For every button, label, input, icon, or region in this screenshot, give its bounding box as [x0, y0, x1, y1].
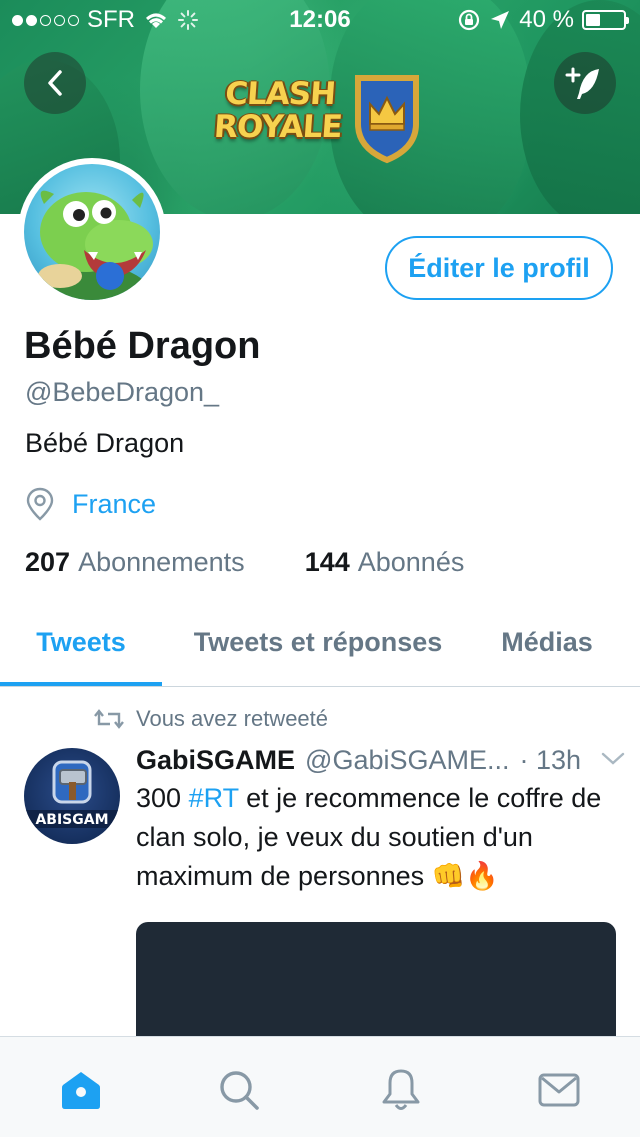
avatar-text: ABISGAM — [35, 812, 108, 828]
logo-line-2: ROYALE — [212, 109, 343, 145]
following-label: Abonnements — [78, 547, 245, 577]
tweet-text-start: 300 — [136, 783, 189, 813]
messages-tab[interactable] — [536, 1067, 582, 1113]
crown-shield-icon — [355, 75, 419, 164]
edit-profile-button[interactable]: Éditer le profil — [385, 236, 613, 300]
location-text[interactable]: France — [72, 484, 156, 524]
search-tab[interactable] — [216, 1067, 262, 1113]
active-tab-indicator — [0, 682, 162, 686]
tweet-header: GabiSGAME @GabiSGAME... · 13h — [136, 742, 626, 778]
profile-name: Bébé Dragon — [24, 325, 261, 367]
tweet-author-avatar[interactable]: ABISGAM — [24, 748, 120, 844]
notifications-tab[interactable] — [378, 1067, 424, 1113]
tab-media[interactable]: Médias — [474, 600, 620, 686]
followers-count: 144 — [304, 547, 350, 577]
tweet-author-handle: @GabiSGAME... — [305, 745, 510, 775]
retweet-context: Vous avez retweeté — [94, 704, 328, 734]
retweet-label: Vous avez retweeté — [136, 706, 329, 731]
chevron-left-icon — [48, 70, 62, 96]
compose-feather-icon — [565, 67, 599, 99]
tweet-text: 300 #RT et je recommence le coffre de cl… — [136, 779, 626, 896]
profile-bio: Bébé Dragon — [25, 428, 185, 458]
home-icon — [62, 1072, 100, 1109]
battery-icon — [582, 10, 629, 30]
tab-tweets[interactable]: Tweets — [0, 600, 162, 686]
profile-location: France — [24, 484, 156, 524]
notifications-icon — [382, 1069, 420, 1110]
following-count: 207 — [25, 547, 71, 577]
hammer-logo-image: ABISGAM — [24, 760, 120, 828]
followers-link[interactable]: 144 Abonnés — [305, 544, 465, 580]
profile-handle: @BebeDragon_ — [25, 377, 220, 407]
compose-tweet-button[interactable] — [554, 52, 616, 114]
battery-percent: 40 % — [519, 6, 574, 33]
search-icon — [220, 1071, 259, 1110]
retweet-icon — [94, 709, 124, 729]
tab-tweets-and-replies[interactable]: Tweets et réponses — [170, 600, 466, 686]
back-button[interactable] — [24, 52, 86, 114]
bottom-tab-bar — [0, 1036, 640, 1137]
messages-icon — [538, 1073, 580, 1107]
baby-dragon-avatar-image — [24, 190, 160, 300]
logo-line-1: CLASH — [224, 76, 337, 112]
following-link[interactable]: 207 Abonnements — [25, 544, 245, 580]
location-arrow-icon — [491, 11, 510, 29]
home-tab[interactable] — [58, 1067, 104, 1113]
tweet-time: · 13h — [519, 745, 582, 775]
followers-label: Abonnés — [357, 547, 465, 577]
location-pin-icon — [26, 487, 54, 521]
profile-avatar[interactable] — [18, 158, 166, 306]
rotation-lock-icon — [459, 9, 480, 31]
follow-counts: 207 Abonnements 144 Abonnés — [25, 544, 464, 580]
status-bar: SFR 12:06 40 % — [0, 0, 640, 40]
clash-royale-logo: CLASH ROYALE — [204, 72, 424, 168]
profile-tabs: Tweets Tweets et réponses Médias — [0, 600, 640, 687]
chevron-down-icon[interactable] — [600, 748, 626, 768]
tweet-hashtag[interactable]: #RT — [189, 783, 239, 813]
tweet-author-name[interactable]: GabiSGAME — [136, 742, 295, 778]
